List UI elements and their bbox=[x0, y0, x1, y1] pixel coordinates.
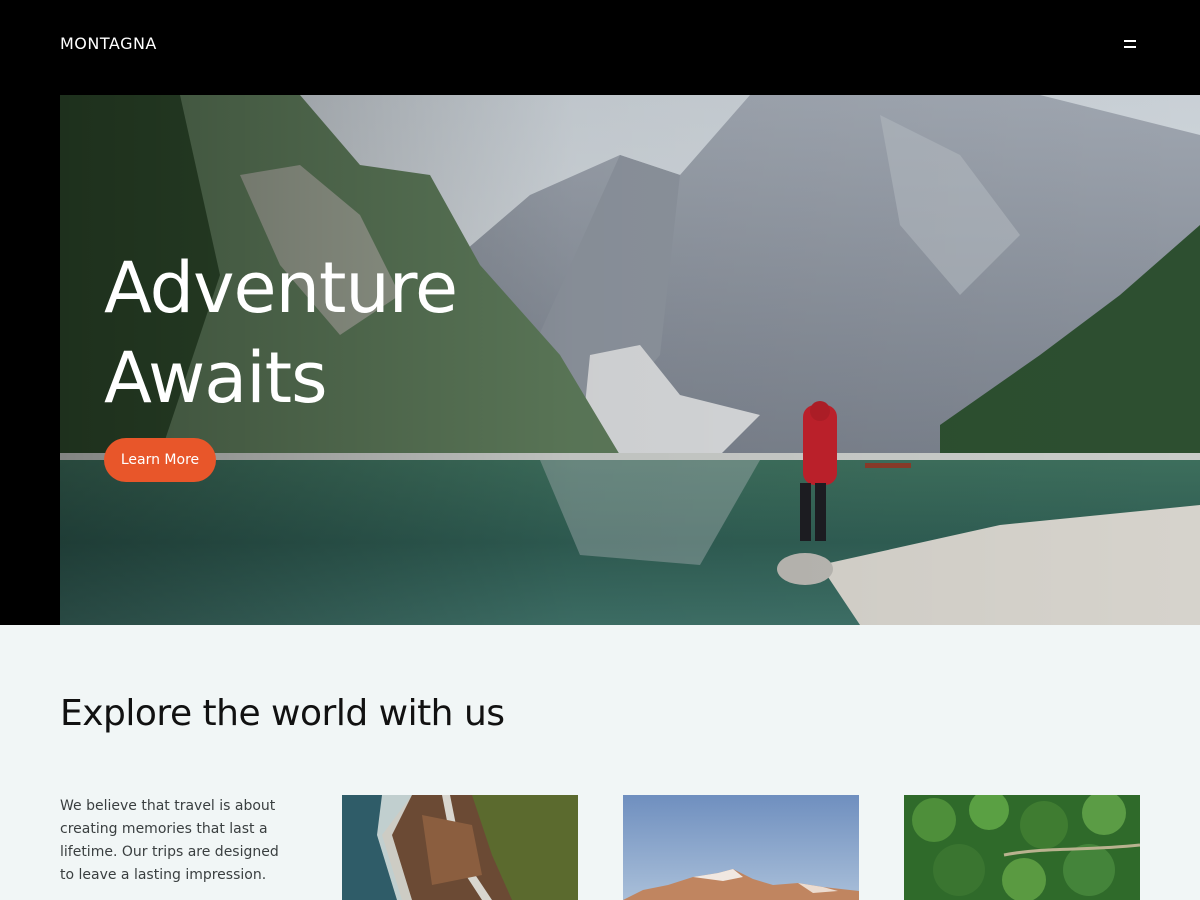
coastal-road-aerial-photo bbox=[342, 795, 578, 900]
section-title: Explore the world with us bbox=[60, 693, 505, 734]
hero-banner: Adventure Awaits Learn More bbox=[60, 95, 1200, 625]
learn-more-button[interactable]: Learn More bbox=[104, 438, 216, 482]
mountain-peaks-card[interactable] bbox=[623, 795, 859, 900]
site-header: MONTAGNA bbox=[0, 0, 1200, 95]
hero-title-line-2: Awaits bbox=[104, 337, 328, 419]
hero-title-line-1: Adventure bbox=[104, 247, 458, 329]
logo[interactable]: MONTAGNA bbox=[60, 33, 157, 55]
coastal-road-card[interactable] bbox=[342, 795, 578, 900]
palm-forest-aerial-photo bbox=[904, 795, 1140, 900]
hamburger-menu-icon[interactable] bbox=[1116, 30, 1144, 58]
mountain-peaks-photo bbox=[623, 795, 859, 900]
palm-forest-card[interactable] bbox=[904, 795, 1140, 900]
section-description: We believe that travel is about creating… bbox=[60, 798, 279, 883]
hero-title: Adventure Awaits bbox=[104, 243, 458, 423]
menu-bar-top bbox=[1124, 40, 1136, 42]
explore-section: Explore the world with us We believe tha… bbox=[0, 625, 1200, 900]
menu-bar-bottom bbox=[1124, 46, 1136, 48]
